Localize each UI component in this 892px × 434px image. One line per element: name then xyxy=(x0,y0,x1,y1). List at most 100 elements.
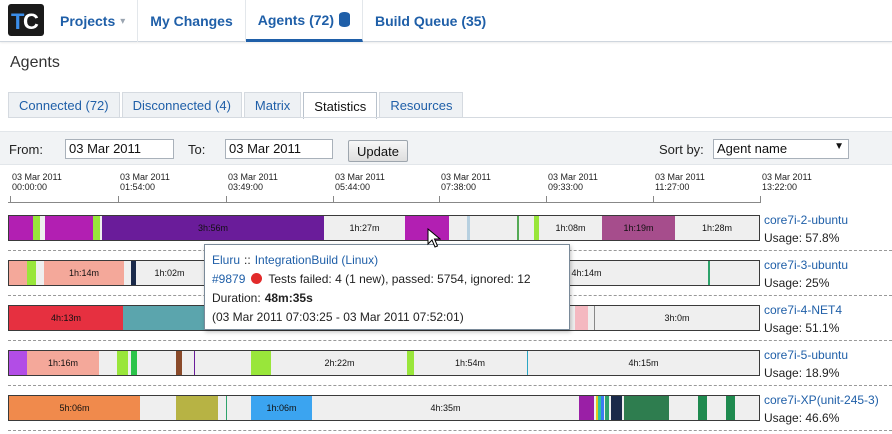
build-tooltip: Eluru :: IntegrationBuild (Linux) #9879 … xyxy=(204,244,570,330)
nav-agents[interactable]: Agents (72) xyxy=(245,0,363,42)
nav-my-changes[interactable]: My Changes xyxy=(138,0,246,42)
timeline-tick-mark xyxy=(118,196,119,203)
agent-usage-bar[interactable]: 3h:56m 1h:27m 1h:08m 1h:19m 1h:28m xyxy=(8,215,760,241)
agent-usage-bar[interactable]: 1h:16m 2h:22m 1h:54m 4h:15m xyxy=(8,350,760,376)
agent-name-link[interactable]: core7i-XP(unit-245-3) xyxy=(764,393,879,407)
build-segment[interactable] xyxy=(176,351,182,375)
chevron-down-icon[interactable]: ▾ xyxy=(120,16,125,27)
tick-date: 03 Mar 2011 xyxy=(548,172,598,182)
tooltip-duration-value: 48m:35s xyxy=(264,290,313,305)
database-icon xyxy=(338,12,350,27)
tick-time: 09:33:00 xyxy=(548,182,584,192)
from-date-input[interactable]: 03 Mar 2011 xyxy=(65,139,174,159)
timeline-tick-label: 03 Mar 2011 07:38:00 xyxy=(441,172,491,192)
build-segment[interactable]: 1h:08m xyxy=(539,216,602,240)
build-segment[interactable] xyxy=(131,351,137,375)
nav-agents-label: Agents (72) xyxy=(257,11,334,28)
build-segment[interactable] xyxy=(93,216,100,240)
build-segment[interactable]: 1h:19m xyxy=(602,216,675,240)
build-segment[interactable]: 1h:54m xyxy=(414,351,526,375)
timeline-tick-label: 03 Mar 2011 00:00:00 xyxy=(12,172,62,192)
tab-matrix[interactable]: Matrix xyxy=(243,92,302,118)
nav-build-queue[interactable]: Build Queue (35) xyxy=(363,0,498,42)
agent-name-link[interactable]: core7i-5-ubuntu xyxy=(764,348,848,362)
top-navigation-bar: T C Projects ▾ My Changes Agents (72) Bu… xyxy=(0,0,892,42)
build-segment[interactable] xyxy=(176,396,218,420)
row-separator xyxy=(8,340,892,341)
build-segment[interactable] xyxy=(698,396,707,420)
build-segment[interactable]: 4h:35m xyxy=(312,396,579,420)
tick-time: 05:44:00 xyxy=(335,182,371,192)
timeline-axis: 03 Mar 2011 00:00:00 03 Mar 2011 01:54:00 03… xyxy=(0,172,892,206)
build-segment[interactable]: 1h:16m xyxy=(27,351,99,375)
tooltip-separator: :: xyxy=(244,252,251,267)
sort-by-select[interactable]: Agent name ▼ xyxy=(713,139,849,159)
build-segment[interactable] xyxy=(9,216,33,240)
tooltip-time-range: (03 Mar 2011 07:03:25 - 03 Mar 2011 07:5… xyxy=(212,309,464,324)
timeline-tick-label: 03 Mar 2011 05:44:00 xyxy=(335,172,385,192)
build-segment[interactable] xyxy=(9,261,27,285)
to-date-input[interactable]: 03 Mar 2011 xyxy=(225,139,333,159)
timeline-tick-label: 03 Mar 2011 11:27:00 xyxy=(655,172,705,192)
build-segment[interactable]: 4h:13m xyxy=(9,306,123,330)
build-segment[interactable]: 2h:22m xyxy=(272,351,407,375)
tab-disconnected[interactable]: Disconnected (4) xyxy=(121,92,242,118)
build-segment[interactable]: 3h:0m xyxy=(595,306,759,330)
svg-text:C: C xyxy=(23,9,39,34)
build-segment[interactable]: 1h:02m xyxy=(136,261,203,285)
tick-date: 03 Mar 2011 xyxy=(655,172,705,182)
build-segment[interactable]: 3h:56m xyxy=(102,216,324,240)
build-segment[interactable] xyxy=(9,351,27,375)
agent-usage-bar[interactable]: 5h:06m 1h:06m 4h:35m xyxy=(8,395,760,421)
build-segment[interactable]: 4h:15m xyxy=(528,351,759,375)
build-segment[interactable] xyxy=(33,216,40,240)
agent-name-link[interactable]: core7i-2-ubuntu xyxy=(764,213,848,227)
teamcity-logo-icon[interactable]: T C xyxy=(8,4,44,36)
build-segment[interactable] xyxy=(605,396,609,420)
build-segment[interactable] xyxy=(194,351,195,375)
from-label: From: xyxy=(9,142,43,157)
build-segment[interactable] xyxy=(517,216,519,240)
build-segment[interactable] xyxy=(708,261,710,285)
build-segment[interactable]: 1h:27m xyxy=(324,216,405,240)
build-segment[interactable]: 1h:06m xyxy=(251,396,312,420)
build-segment[interactable] xyxy=(579,396,594,420)
tooltip-build-number-link[interactable]: #9879 xyxy=(212,272,245,286)
build-segment[interactable] xyxy=(611,396,622,420)
tick-date: 03 Mar 2011 xyxy=(762,172,812,182)
build-segment[interactable]: 1h:14m xyxy=(44,261,124,285)
page-title: Agents xyxy=(10,54,60,71)
nav-projects[interactable]: Projects ▾ xyxy=(48,0,139,42)
timeline-axis-line xyxy=(8,202,760,203)
tooltip-build-status: Tests failed: 4 (1 new), passed: 5754, i… xyxy=(268,271,531,286)
build-segment[interactable]: 1h:28m xyxy=(675,216,759,240)
tab-resources[interactable]: Resources xyxy=(379,92,464,118)
build-segment[interactable] xyxy=(27,261,36,285)
tab-statistics[interactable]: Statistics xyxy=(303,92,378,119)
agent-usage-value: Usage: 51.1% xyxy=(764,321,840,335)
agent-tabs: Connected (72) Disconnected (4) Matrix S… xyxy=(8,92,465,119)
tick-date: 03 Mar 2011 xyxy=(441,172,491,182)
build-segment[interactable] xyxy=(117,351,128,375)
build-segment[interactable] xyxy=(601,396,604,420)
update-button[interactable]: Update xyxy=(348,140,408,162)
agent-name-link[interactable]: core7i-4-NET4 xyxy=(764,303,842,317)
build-segment[interactable] xyxy=(726,396,735,420)
build-segment[interactable] xyxy=(575,306,588,330)
build-segment[interactable] xyxy=(251,351,271,375)
build-segment[interactable]: 5h:06m xyxy=(9,396,140,420)
build-segment[interactable] xyxy=(226,396,227,420)
timeline-tick-mark xyxy=(333,196,334,203)
tooltip-config-link[interactable]: IntegrationBuild (Linux) xyxy=(255,253,378,267)
build-segment[interactable] xyxy=(467,216,470,240)
build-segment[interactable] xyxy=(123,306,204,330)
timeline-tick-mark xyxy=(10,196,11,203)
agent-usage-value: Usage: 25% xyxy=(764,276,830,290)
agent-name-link[interactable]: core7i-3-ubuntu xyxy=(764,258,848,272)
tab-connected[interactable]: Connected (72) xyxy=(8,92,120,118)
timeline-tick-mark xyxy=(760,196,761,203)
build-segment[interactable] xyxy=(45,216,93,240)
to-label: To: xyxy=(188,142,206,157)
build-segment[interactable] xyxy=(624,396,669,420)
tooltip-project-link[interactable]: Eluru xyxy=(212,253,240,267)
